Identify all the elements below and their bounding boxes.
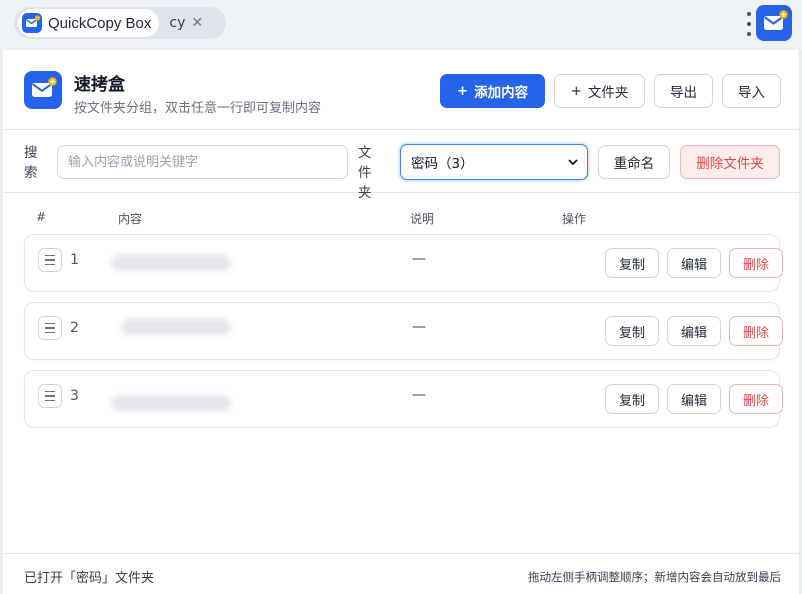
redacted-content <box>121 319 231 335</box>
col-actions: 操作 <box>562 212 587 226</box>
import-button[interactable]: 导入 <box>722 74 781 108</box>
delete-folder-button[interactable]: 删除文件夹 <box>680 145 780 179</box>
copy-button[interactable]: 复制 <box>605 248 659 278</box>
edit-button[interactable]: 编辑 <box>667 384 721 414</box>
folder-select-value: 密码（3） <box>411 156 474 172</box>
row-description: — <box>412 251 426 267</box>
table-row[interactable]: 1 — 复制 编辑 删除 <box>24 234 783 292</box>
tab-cy-label: cy <box>169 15 186 31</box>
folder-select[interactable]: 密码（3） <box>400 144 588 180</box>
page-subtitle: 按文件夹分组，双击任意一行即可复制内容 <box>74 101 322 116</box>
add-content-button[interactable]: + 添加内容 <box>440 74 545 108</box>
row-description: — <box>412 319 426 335</box>
page-title: 速拷盒 <box>74 75 125 95</box>
copy-button[interactable]: 复制 <box>605 316 659 346</box>
plus-icon: + <box>570 83 582 99</box>
close-icon[interactable]: ✕ <box>191 16 203 30</box>
redacted-content <box>111 255 231 271</box>
search-input[interactable] <box>57 145 348 179</box>
add-folder-button[interactable]: + 文件夹 <box>554 74 645 108</box>
table-row[interactable]: 2 — 复制 编辑 删除 <box>24 302 783 360</box>
add-content-label: 添加内容 <box>474 85 529 101</box>
tab-title: QuickCopy Box <box>48 14 152 32</box>
delete-button[interactable]: 删除 <box>729 248 783 278</box>
main-panel: 速拷盒 按文件夹分组，双击任意一行即可复制内容 + 添加内容 + 文件夹 导出 … <box>3 50 799 594</box>
tab-cy[interactable]: cy ✕ <box>169 15 203 31</box>
search-label: 搜索 <box>24 145 38 181</box>
copy-button[interactable]: 复制 <box>605 384 659 414</box>
drag-handle-icon[interactable] <box>38 384 62 408</box>
status-text: 已打开「密码」文件夹 <box>24 571 155 586</box>
tab-strip: QuickCopy Box cy ✕ <box>0 0 802 50</box>
tab-quickcopy[interactable]: QuickCopy Box <box>18 9 160 37</box>
app-logo-icon <box>22 13 42 33</box>
row-description: — <box>412 387 426 403</box>
app-logo-icon <box>24 71 62 109</box>
add-folder-label: 文件夹 <box>587 85 629 101</box>
edit-button[interactable]: 编辑 <box>667 316 721 346</box>
folder-label: 文件夹 <box>358 145 372 201</box>
edit-button[interactable]: 编辑 <box>667 248 721 278</box>
col-content: 内容 <box>118 212 143 226</box>
plus-icon: + <box>456 83 469 99</box>
table-row[interactable]: 3 — 复制 编辑 删除 <box>24 370 783 428</box>
app-header: 速拷盒 按文件夹分组，双击任意一行即可复制内容 + 添加内容 + 文件夹 导出 … <box>3 50 799 130</box>
tab-group: QuickCopy Box cy ✕ <box>14 7 226 39</box>
drag-handle-icon[interactable] <box>38 316 62 340</box>
filter-bar: 搜索 文件夹 密码（3） 重命名 删除文件夹 <box>3 131 799 201</box>
row-number: 2 <box>70 320 79 336</box>
hint-text: 拖动左侧手柄调整顺序；新增内容会自动放到最后 <box>528 570 781 584</box>
row-number: 1 <box>70 252 79 268</box>
col-description: 说明 <box>410 212 435 226</box>
rename-folder-button[interactable]: 重命名 <box>598 145 670 179</box>
col-index: # <box>36 210 47 224</box>
table-header: # 内容 说明 操作 <box>3 210 799 230</box>
drag-handle-icon[interactable] <box>38 248 62 272</box>
chevron-down-icon <box>568 159 578 166</box>
delete-button[interactable]: 删除 <box>729 316 783 346</box>
delete-button[interactable]: 删除 <box>729 384 783 414</box>
status-bar: 已打开「密码」文件夹 拖动左侧手柄调整顺序；新增内容会自动放到最后 <box>3 553 799 594</box>
row-number: 3 <box>70 388 79 404</box>
kebab-menu-icon[interactable] <box>745 12 753 36</box>
export-button[interactable]: 导出 <box>654 74 713 108</box>
extension-logo-icon[interactable] <box>756 5 792 41</box>
redacted-content <box>111 395 231 411</box>
